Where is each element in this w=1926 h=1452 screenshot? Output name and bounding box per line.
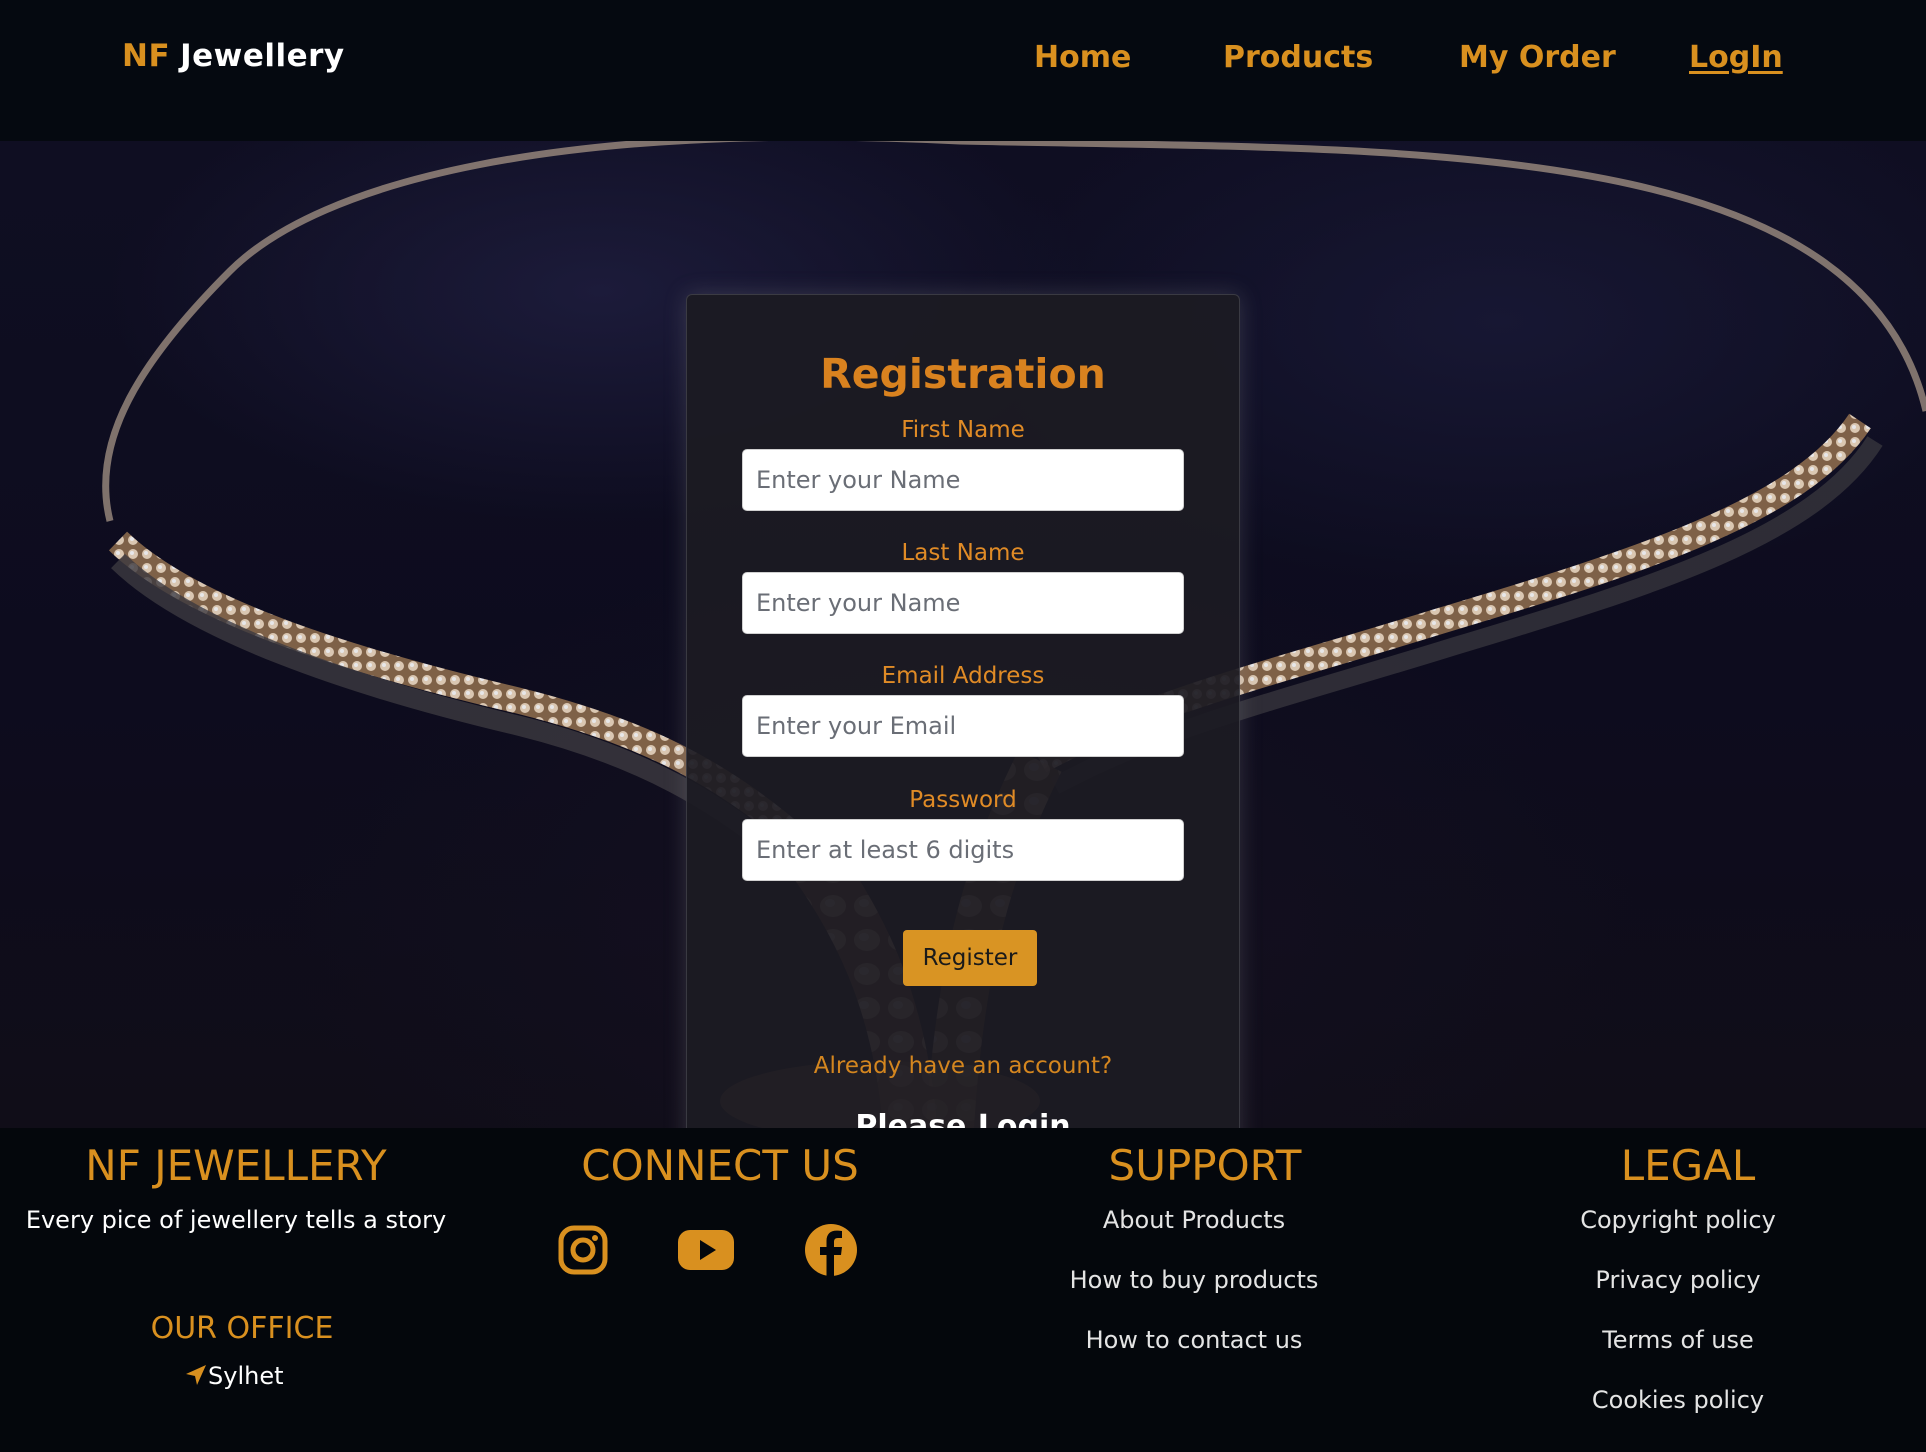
legal-link-privacy[interactable]: Privacy policy xyxy=(1458,1266,1898,1294)
youtube-icon[interactable] xyxy=(676,1222,736,1278)
login-link-wrapper: Please,Login xyxy=(687,1109,1239,1128)
password-input[interactable] xyxy=(742,819,1184,881)
email-input[interactable] xyxy=(742,695,1184,757)
last-name-input[interactable] xyxy=(742,572,1184,634)
brand-second: Jewellery xyxy=(180,38,345,74)
email-label: Email Address xyxy=(881,663,1045,689)
last-name-label: Last Name xyxy=(901,540,1025,566)
facebook-icon[interactable] xyxy=(803,1222,859,1278)
password-label: Password xyxy=(909,787,1017,813)
navbar: NF Jewellery Home Products My Order LogIn xyxy=(0,0,1926,141)
office-location: Sylhet xyxy=(184,1362,294,1390)
support-heading: SUPPORT xyxy=(1108,1141,1302,1190)
already-have-account-text: Already have an account? xyxy=(813,1053,1113,1079)
brand-first: NF xyxy=(122,38,171,74)
nav-login[interactable]: LogIn xyxy=(1689,40,1783,75)
connect-heading: CONNECT US xyxy=(581,1141,859,1190)
brand-logo[interactable]: NF Jewellery xyxy=(122,38,345,74)
registration-card: Registration First Name Last Name Email … xyxy=(686,294,1240,1128)
location-arrow-icon xyxy=(186,1365,206,1385)
support-link-about-products[interactable]: About Products xyxy=(974,1206,1414,1234)
first-name-label: First Name xyxy=(901,417,1025,443)
register-button[interactable]: Register xyxy=(903,930,1037,986)
nav-my-order[interactable]: My Order xyxy=(1459,40,1616,75)
legal-link-cookies[interactable]: Cookies policy xyxy=(1458,1386,1898,1414)
legal-link-terms[interactable]: Terms of use xyxy=(1458,1326,1898,1354)
please-login-link[interactable]: Please,Login xyxy=(855,1109,1071,1128)
footer-brand-heading: NF JEWELLERY xyxy=(85,1141,387,1190)
form-title: Registration xyxy=(820,350,1106,398)
support-link-how-to-buy[interactable]: How to buy products xyxy=(974,1266,1414,1294)
first-name-input[interactable] xyxy=(742,449,1184,511)
hero-section: Registration First Name Last Name Email … xyxy=(0,141,1926,1128)
legal-link-copyright[interactable]: Copyright policy xyxy=(1458,1206,1898,1234)
legal-heading: LEGAL xyxy=(1620,1141,1756,1190)
nav-products[interactable]: Products xyxy=(1223,40,1373,75)
support-link-how-to-contact[interactable]: How to contact us xyxy=(974,1326,1414,1354)
nav-home[interactable]: Home xyxy=(1034,40,1131,75)
office-location-text: Sylhet xyxy=(208,1362,284,1390)
instagram-icon[interactable] xyxy=(555,1222,611,1278)
footer-tagline: Every pice of jewellery tells a story xyxy=(25,1206,447,1234)
office-heading: OUR OFFICE xyxy=(150,1311,334,1346)
